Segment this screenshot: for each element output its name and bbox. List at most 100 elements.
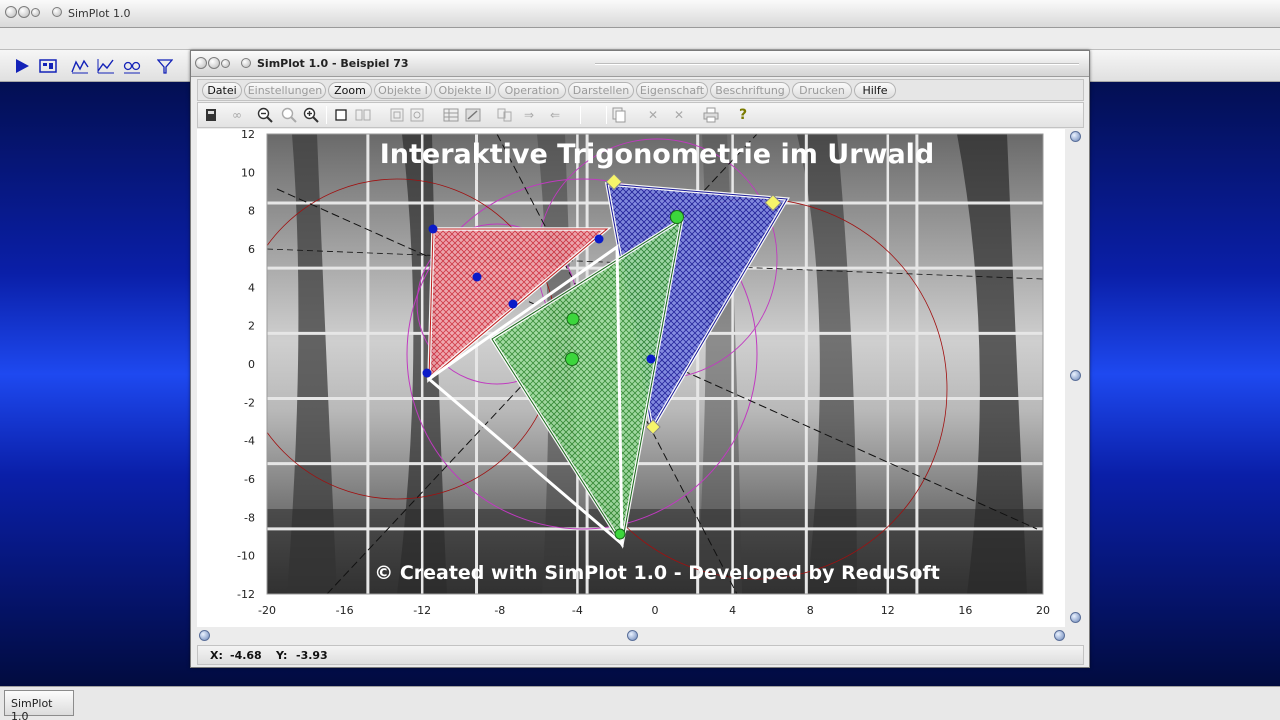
y-axis-ticks: 12 10 8 6 4 2 0 -2 -4 -6 -8 -10 -12	[237, 128, 255, 601]
plot-svg[interactable]: Interaktive Trigonometrie im Urwald © Cr…	[197, 128, 1065, 627]
zoom-in-icon[interactable]	[302, 106, 320, 124]
menu-drucken[interactable]: Drucken	[792, 82, 852, 99]
child-window: SimPlot 1.0 - Beispiel 73 Datei Einstell…	[190, 50, 1090, 668]
y-tick-label: -2	[244, 396, 255, 409]
child-titlebar[interactable]: SimPlot 1.0 - Beispiel 73	[191, 51, 1089, 77]
point	[508, 299, 518, 309]
x-tick-label: 0	[652, 604, 659, 617]
copy-object-icon[interactable]	[496, 106, 514, 124]
table-edit-icon[interactable]	[464, 106, 482, 124]
double-square-icon[interactable]	[354, 106, 372, 124]
graph-multi-icon[interactable]	[122, 56, 142, 76]
arrow-left-icon[interactable]: ⇐	[546, 106, 564, 124]
x-tick-label: 16	[958, 604, 972, 617]
x-axis-ticks: -20 -16 -12 -8 -4 0 4 8 12 16 20	[258, 604, 1050, 617]
child-title: SimPlot 1.0 - Beispiel 73	[257, 57, 409, 70]
help-icon[interactable]: ?	[734, 106, 752, 124]
minimize-window-icon[interactable]	[18, 6, 30, 18]
play-icon[interactable]	[12, 56, 32, 76]
cross-icon[interactable]: ✕	[644, 106, 662, 124]
y-tick-label: -10	[237, 550, 255, 563]
plot-panel: Interaktive Trigonometrie im Urwald © Cr…	[197, 128, 1065, 627]
pages-icon[interactable]	[610, 106, 628, 124]
menu-datei[interactable]: Datei	[202, 82, 242, 99]
menu-zoom[interactable]: Zoom	[328, 82, 372, 99]
status-y-label: Y:	[276, 649, 288, 662]
table-icon[interactable]	[442, 106, 460, 124]
horizontal-scrollbar[interactable]	[197, 628, 1065, 643]
toolbar: ∞ ⇒ ⇐ ✕ ✕ ?	[197, 102, 1084, 128]
zoom-out-icon[interactable]	[256, 106, 274, 124]
plot-footer: © Created with SimPlot 1.0 - Developed b…	[374, 562, 940, 584]
arrow-right-icon[interactable]: ⇒	[520, 106, 538, 124]
graph-alt-icon[interactable]	[96, 56, 116, 76]
menu-objekte-2[interactable]: Objekte II	[434, 82, 496, 99]
x-tick-label: 12	[881, 604, 895, 617]
y-tick-label: 10	[241, 166, 255, 179]
x-tick-label: -8	[494, 604, 505, 617]
menu-operation[interactable]: Operation	[498, 82, 566, 99]
menu-beschriftung[interactable]: Beschriftung	[710, 82, 790, 99]
taskbar-item-simplot[interactable]: SimPlot 1.0	[4, 690, 74, 720]
scroll-down-knob[interactable]	[1070, 612, 1081, 623]
app-title: SimPlot 1.0	[68, 7, 131, 20]
frame-alt-icon[interactable]	[408, 106, 426, 124]
funnel-icon[interactable]	[155, 56, 175, 76]
child-menu-icon[interactable]	[241, 58, 251, 68]
close-child-icon[interactable]	[195, 57, 207, 69]
app-menu-icon[interactable]	[52, 7, 62, 17]
point	[670, 210, 684, 224]
scroll-up-knob[interactable]	[1070, 131, 1081, 142]
maximize-window-icon[interactable]	[31, 8, 40, 17]
point	[646, 354, 656, 364]
maximize-child-icon[interactable]	[221, 59, 230, 68]
menu-eigenschaft[interactable]: Eigenschaft	[636, 82, 708, 99]
print-icon[interactable]	[702, 106, 720, 124]
x-tick-label: 8	[807, 604, 814, 617]
menubar: Datei Einstellungen Zoom Objekte I Objek…	[197, 79, 1084, 101]
zoom-normal-icon[interactable]	[280, 106, 298, 124]
display-icon[interactable]	[38, 56, 58, 76]
minimize-child-icon[interactable]	[208, 57, 220, 69]
scroll-right-knob[interactable]	[1054, 630, 1065, 641]
y-tick-label: 6	[248, 243, 255, 256]
frame-icon[interactable]	[388, 106, 406, 124]
y-tick-label: -6	[244, 473, 255, 486]
x-tick-label: -20	[258, 604, 276, 617]
y-tick-label: 2	[248, 320, 255, 333]
cross-alt-icon[interactable]: ✕	[670, 106, 688, 124]
app-titlebar: SimPlot 1.0	[0, 0, 1280, 28]
child-window-controls	[195, 57, 231, 70]
y-tick-label: -12	[237, 588, 255, 601]
window-controls	[5, 6, 41, 19]
calculator-icon[interactable]	[202, 106, 220, 124]
vertical-scrollbar[interactable]	[1067, 129, 1084, 627]
x-tick-label: -16	[336, 604, 354, 617]
x-tick-label: -12	[413, 604, 431, 617]
x-tick-label: -4	[572, 604, 583, 617]
point	[614, 528, 626, 540]
point	[422, 368, 432, 378]
point	[565, 352, 579, 366]
point	[594, 234, 604, 244]
menu-hilfe[interactable]: Hilfe	[854, 82, 896, 99]
scroll-left-knob[interactable]	[199, 630, 210, 641]
x-tick-label: 4	[729, 604, 736, 617]
scroll-thumb-horizontal[interactable]	[627, 630, 638, 641]
menu-darstellen[interactable]: Darstellen	[568, 82, 634, 99]
graph-icon[interactable]	[70, 56, 90, 76]
y-tick-label: -4	[244, 435, 255, 448]
y-tick-label: 0	[248, 358, 255, 371]
close-window-icon[interactable]	[5, 6, 17, 18]
glasses-icon[interactable]: ∞	[228, 106, 246, 124]
toolbar-separator	[606, 106, 607, 124]
square-icon[interactable]	[332, 106, 350, 124]
menu-einstellungen[interactable]: Einstellungen	[244, 82, 326, 99]
toolbar-separator	[326, 106, 327, 124]
scroll-thumb-vertical[interactable]	[1070, 370, 1081, 381]
point	[566, 312, 580, 326]
title-divider	[595, 63, 1079, 65]
menu-objekte-1[interactable]: Objekte I	[374, 82, 432, 99]
point	[472, 272, 482, 282]
status-bar: X: -4.68 Y: -3.93	[197, 645, 1084, 665]
